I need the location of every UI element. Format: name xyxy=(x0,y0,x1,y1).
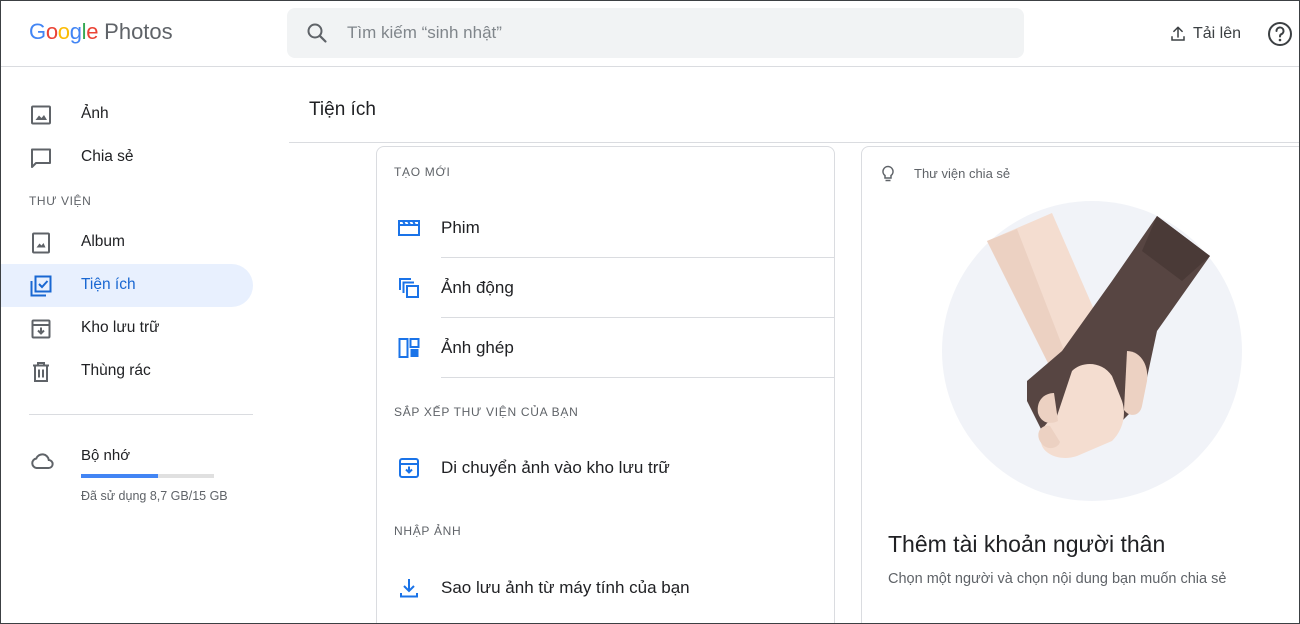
collage-icon xyxy=(398,338,420,358)
cloud-icon xyxy=(31,453,54,469)
search-input[interactable] xyxy=(347,8,1007,58)
utilities-card: TẠO MỚI Phim Ảnh động Ảnh ghép SẮP XẾP T… xyxy=(376,146,835,623)
logo-letter: g xyxy=(69,19,82,44)
sidebar-item-album[interactable]: Album xyxy=(1,221,253,264)
shared-card-heading: Thêm tài khoản người thân xyxy=(888,531,1166,557)
sidebar-item-label: Chia sẻ xyxy=(81,148,134,165)
download-icon xyxy=(400,579,418,598)
sidebar-item-photos[interactable]: Ảnh xyxy=(1,93,253,136)
page-title: Tiện ích xyxy=(309,99,376,120)
upload-button[interactable]: Tải lên xyxy=(1169,19,1241,49)
sidebar-item-label: Album xyxy=(81,233,125,250)
animation-icon xyxy=(399,278,419,298)
backup-from-computer-item[interactable]: Sao lưu ảnh từ máy tính của bạn xyxy=(377,558,834,618)
album-icon xyxy=(32,232,50,254)
chat-icon xyxy=(31,148,51,168)
sidebar-item-label: Tiện ích xyxy=(81,276,136,293)
sidebar-item-archive[interactable]: Kho lưu trữ xyxy=(1,307,253,350)
product-name: Photos xyxy=(104,19,173,44)
google-photos-logo[interactable]: Google Photos xyxy=(29,19,173,45)
logo-letter: e xyxy=(86,19,99,44)
shared-card-subtext: Chọn một người và chọn nội dung bạn muốn… xyxy=(888,571,1227,587)
app-window: Google Photos Tải lên Ảnh Chia sẻ THƯ VI… xyxy=(0,0,1300,624)
logo-letter: o xyxy=(45,19,58,44)
sidebar-item-label: Thùng rác xyxy=(81,362,151,379)
shared-library-tip: Thư viện chia sẻ xyxy=(914,166,1011,181)
help-icon[interactable] xyxy=(1267,21,1293,47)
title-divider xyxy=(289,142,1299,143)
create-section-label: TẠO MỚI xyxy=(394,165,451,179)
logo-letter: o xyxy=(57,19,70,44)
photo-icon xyxy=(31,105,51,125)
lightbulb-icon xyxy=(882,165,894,182)
storage-progress-bar xyxy=(81,474,214,478)
holding-hands-illustration xyxy=(942,201,1242,501)
move-to-archive-item[interactable]: Di chuyển ảnh vào kho lưu trữ xyxy=(377,438,834,498)
logo-letter: G xyxy=(29,19,46,44)
upload-icon xyxy=(1171,26,1185,41)
trash-icon xyxy=(33,362,49,382)
archive-move-icon xyxy=(399,458,419,478)
create-item-label: Ảnh động xyxy=(441,278,514,297)
movie-icon xyxy=(398,220,420,236)
item-separator xyxy=(441,377,834,378)
create-collage-item[interactable]: Ảnh ghép xyxy=(377,318,834,378)
google-wordmark: Google xyxy=(29,19,98,45)
import-section-label: NHẬP ẢNH xyxy=(394,524,462,538)
upload-label: Tải lên xyxy=(1193,25,1242,42)
archive-icon xyxy=(31,319,51,339)
create-animation-item[interactable]: Ảnh động xyxy=(377,258,834,318)
sidebar-item-trash[interactable]: Thùng rác xyxy=(1,350,253,393)
library-section-label: THƯ VIỆN xyxy=(29,194,92,208)
shared-library-card[interactable]: Thư viện chia sẻ Thêm tài khoản người th… xyxy=(861,146,1299,623)
create-item-label: Ảnh ghép xyxy=(441,338,514,357)
storage-title: Bộ nhớ xyxy=(81,447,131,464)
import-item-label: Sao lưu ảnh từ máy tính của bạn xyxy=(441,578,690,597)
top-bar: Google Photos Tải lên xyxy=(1,1,1299,67)
sidebar-item-utilities[interactable]: Tiện ích xyxy=(1,264,253,307)
search-icon[interactable] xyxy=(305,21,329,45)
search-bar[interactable] xyxy=(287,8,1024,58)
sidebar-item-label: Kho lưu trữ xyxy=(81,319,160,336)
sidebar-item-sharing[interactable]: Chia sẻ xyxy=(1,136,253,179)
sidebar: Ảnh Chia sẻ THƯ VIỆN Album Tiện ích Kho … xyxy=(1,68,271,623)
storage-used-text: Đã sử dụng 8,7 GB/15 GB xyxy=(81,489,228,503)
organize-item-label: Di chuyển ảnh vào kho lưu trữ xyxy=(441,458,670,477)
sidebar-item-label: Ảnh xyxy=(81,105,109,122)
storage-progress-fill xyxy=(81,474,159,478)
utilities-icon xyxy=(30,275,52,297)
create-movie-item[interactable]: Phim xyxy=(377,198,834,258)
organize-section-label: SẮP XẾP THƯ VIỆN CỦA BẠN xyxy=(394,405,579,419)
sidebar-divider xyxy=(29,414,253,415)
create-item-label: Phim xyxy=(441,218,480,237)
